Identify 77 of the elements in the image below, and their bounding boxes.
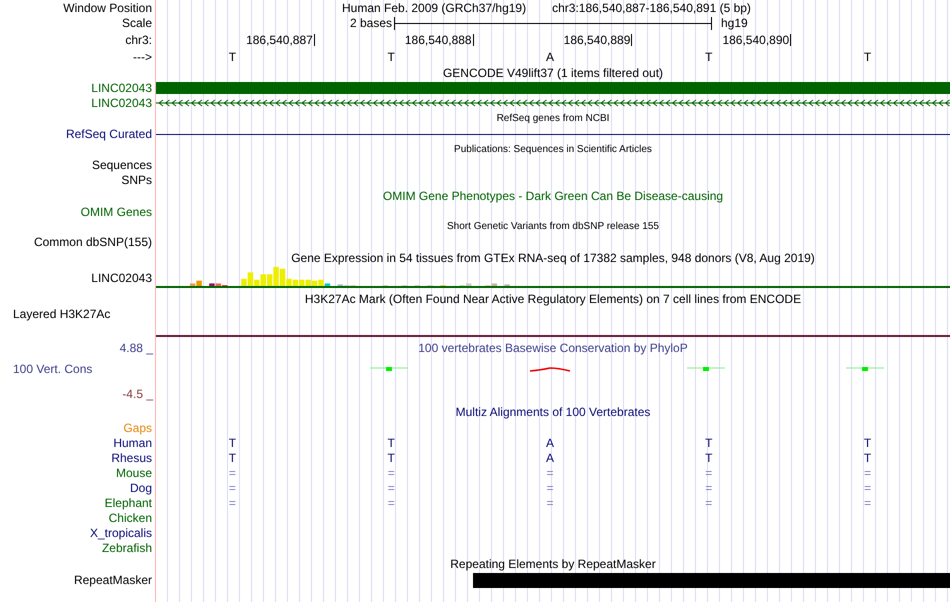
base-letter: = [388,466,395,478]
base-letter: T [388,452,395,464]
track-label[interactable]: SNPs [121,174,152,186]
conservation-mark [846,367,884,371]
track-title: Publications: Sequences in Scientific Articles [453,144,653,154]
base-letter: A [546,436,554,448]
track-label[interactable]: chr3: [125,34,152,46]
track-title: Short Genetic Variants from dbSNP release 155 [446,222,660,232]
track-label[interactable]: X_tropicalis [90,526,152,538]
base-letter: = [705,482,712,494]
base-letter: = [705,466,712,478]
base-letter: T [705,452,712,464]
assembly-text: Human Feb. 2009 (GRCh37/hg19) [342,2,526,14]
base-letter: T [864,452,872,464]
base-letter: = [864,466,872,478]
base-letter: = [228,496,236,508]
track-label[interactable]: Window Position [63,2,152,14]
track-label[interactable]: 100 Vert. Cons [0,363,156,375]
base-letter: T [228,50,236,62]
track-title: RefSeq genes from NCBI [496,114,610,124]
conservation-curve [530,367,570,372]
base-letter: = [388,496,395,508]
track-label[interactable]: LINC02043 [91,272,152,284]
track-label[interactable]: Scale [122,17,152,29]
track-label[interactable]: Mouse [116,466,152,478]
base-letter: T [388,436,395,448]
base-letter: = [546,496,554,508]
track-label[interactable]: RefSeq Curated [66,128,152,140]
base-letter: T [864,436,872,448]
coordinate-label: 186,540,890 [722,34,790,46]
track-label[interactable]: Sequences [92,158,152,170]
base-letter: T [228,452,236,464]
coordinate-label: 186,540,887 [246,34,313,46]
position-text: chr3:186,540,887-186,540,891 (5 bp) [552,2,751,14]
base-letter: A [546,452,554,464]
track-label[interactable]: RepeatMasker [74,574,152,586]
track-label[interactable]: Dog [130,482,152,494]
base-letter: = [864,496,872,508]
base-letter: T [388,50,395,62]
track-label[interactable]: Elephant [104,496,152,508]
base-letter: = [864,482,872,494]
axis-max-label: 4.88 _ [120,342,154,354]
base-letter: = [388,482,395,494]
base-letter: = [546,482,554,494]
track-label[interactable]: LINC02043 [91,97,152,109]
base-letter: = [546,466,554,478]
base-letter: A [546,50,554,62]
track-label[interactable]: ---> [133,50,152,62]
track-label[interactable]: Zebrafish [102,542,152,554]
conservation-mark [686,367,726,371]
track-title: OMIM Gene Phenotypes - Dark Green Can Be Disease-causing [382,190,724,202]
track-label[interactable]: Rhesus [111,452,152,464]
track-label[interactable]: LINC02043 [91,82,152,94]
coordinate-label: 186,540,889 [564,34,630,46]
axis-min-label: -4.5 _ [122,388,154,400]
base-letter: T [705,436,712,448]
conservation-mark [370,367,408,371]
coordinate-label: 186,540,888 [404,34,472,46]
track-label[interactable]: OMIM Genes [80,206,152,218]
scale-text: 2 bases [350,17,392,29]
base-letter: = [228,466,236,478]
assembly-label: hg19 [720,17,748,29]
base-letter: T [705,50,712,62]
track-title: H3K27Ac Mark (Often Found Near Active Regulatory Elements) on 7 cell lines from ENCODE [304,292,802,304]
base-letter: T [228,436,236,448]
track-title: 100 vertebrates Basewise Conservation by PhyloP [418,342,688,354]
base-letter: T [864,50,872,62]
track-title: Repeating Elements by RepeatMasker [449,558,657,570]
track-label[interactable]: Common dbSNP(155) [34,236,152,248]
base-letter: = [228,482,236,494]
track-title: GENCODE V49lift37 (1 items filtered out) [442,66,664,78]
track-label[interactable]: Layered H3K27Ac [13,308,110,320]
track-label[interactable]: Human [113,436,152,448]
track-label[interactable]: Chicken [108,512,152,524]
base-letter: = [705,496,712,508]
track-title: Multiz Alignments of 100 Vertebrates [454,406,652,418]
track-title: Gene Expression in 54 tissues from GTEx RNA-seq of 17382 samples, 948 donors (V8, Aug 2019) [290,252,816,264]
